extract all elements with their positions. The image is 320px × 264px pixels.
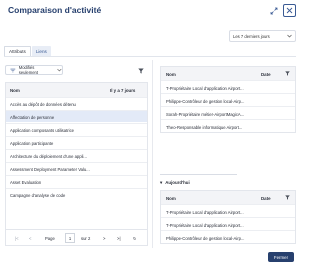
table-row[interactable]: Affectation de personne <box>6 110 147 122</box>
table-row[interactable]: Sorah-Propriétaire métier-AirportMagicA.… <box>161 106 295 119</box>
dialog-title: Comparaison d'activité <box>8 5 102 15</box>
tab-liens[interactable]: Liens <box>31 46 51 56</box>
period-select[interactable]: Les 7 derniers jours <box>229 30 296 42</box>
row-label: T-Propriétaire Local d'application Airpo… <box>166 210 244 215</box>
modified-only-filter[interactable]: Modifiés seulement <box>5 65 63 75</box>
tab-attributs[interactable]: Attributs <box>4 46 31 56</box>
section-today[interactable]: ▾ Aujourd'hui <box>160 180 190 186</box>
row-label: Theo-Responsable informatique Airport... <box>166 125 243 130</box>
pagination: |< < Page 1 sur 2 > >| ↻ <box>5 229 148 246</box>
row-label: Application composants utilisatrice <box>10 128 75 133</box>
page-label: Page <box>45 236 55 241</box>
column-header-date[interactable]: Date <box>261 196 271 201</box>
first-page-icon[interactable]: |< <box>15 236 19 241</box>
table-row[interactable]: T-Propriétaire Local d'application Airpo… <box>161 80 295 93</box>
table-row[interactable]: Campagne d'analyse de code <box>6 188 147 200</box>
table-row[interactable]: Asset Evaluation <box>6 175 147 187</box>
filter-toggle-icon <box>10 68 16 72</box>
close-dialog-button[interactable]: Fermer <box>268 252 294 262</box>
column-header-name[interactable]: Nom <box>166 72 176 77</box>
column-header-date[interactable]: Date <box>261 72 271 77</box>
row-label: Application participante <box>10 141 54 146</box>
period-select-value: Les 7 derniers jours <box>233 33 270 39</box>
filter-icon[interactable] <box>285 71 290 76</box>
column-header-7days[interactable]: Il y a 7 jours <box>110 88 135 93</box>
row-label: Campagne d'analyse de code <box>10 193 66 198</box>
row-label: Assessment Deployment Parameter Valu... <box>10 167 90 172</box>
dialog-header: Comparaison d'activité <box>0 0 300 22</box>
row-label: Architecture du déploiement d'une appli.… <box>10 154 87 159</box>
refresh-icon[interactable]: ↻ <box>133 236 137 241</box>
row-label: Sorah-Propriétaire métier-AirportMagicA.… <box>166 112 245 117</box>
links-table-today: Nom Date T-Propriétaire Local d'applicat… <box>160 190 296 244</box>
table-header: Nom Date <box>161 67 295 80</box>
links-table-previous: Nom Date T-Propriétaire Local d'applicat… <box>160 66 296 133</box>
row-label: T-Propriétaire Local d'application Airpo… <box>166 86 244 91</box>
row-label: Affectation de personne <box>10 115 55 120</box>
section-label: Aujourd'hui <box>165 180 190 185</box>
last-page-icon[interactable]: >| <box>117 236 121 241</box>
table-header: Nom Date <box>161 191 295 204</box>
row-label: Philippe-Contrôleur de gestion local-Air… <box>166 99 245 104</box>
expand-button[interactable] <box>269 6 278 15</box>
column-header-name[interactable]: Nom <box>10 88 20 93</box>
chevron-down-icon: ▾ <box>160 180 163 185</box>
close-icon <box>286 7 293 14</box>
table-row[interactable]: Philippe-Contrôleur de gestion local-Air… <box>161 230 295 243</box>
filter-icon[interactable] <box>138 68 144 74</box>
row-label: Asset Evaluation <box>10 180 42 185</box>
table-row[interactable]: T-Propriétaire Local d'application Airpo… <box>161 217 295 230</box>
attributes-table: Nom Il y a 7 jours Accès au dépôt de don… <box>5 82 148 246</box>
column-header-name[interactable]: Nom <box>166 196 176 201</box>
section-divider <box>160 174 237 175</box>
table-row[interactable]: Application composants utilisatrice <box>6 123 147 135</box>
expand-icon <box>270 7 277 14</box>
page-number-input[interactable]: 1 <box>65 233 75 243</box>
close-button[interactable] <box>283 4 296 17</box>
tab-divider <box>4 56 296 57</box>
row-label: Accès au dépôt de données détenu <box>10 102 76 107</box>
table-header: Nom Il y a 7 jours <box>6 83 147 97</box>
panel-divider <box>152 60 153 248</box>
table-row[interactable]: Philippe-Contrôleur de gestion local-Air… <box>161 93 295 106</box>
table-row[interactable]: Architecture du déploiement d'une appli.… <box>6 149 147 161</box>
next-page-icon[interactable]: > <box>103 236 105 241</box>
tab-bar: Attributs Liens <box>4 46 51 56</box>
chevron-down-icon <box>287 34 292 38</box>
table-row[interactable]: Accès au dépôt de données détenu <box>6 97 147 109</box>
table-row[interactable]: Application participante <box>6 136 147 148</box>
table-row[interactable]: T-Propriétaire Local d'application Airpo… <box>161 204 295 217</box>
filter-icon[interactable] <box>285 195 290 200</box>
table-row[interactable]: Theo-Responsable informatique Airport... <box>161 119 295 132</box>
prev-page-icon[interactable]: < <box>29 236 31 241</box>
page-count-label: sur 2 <box>81 236 91 241</box>
chevron-down-icon <box>57 68 62 72</box>
row-label: T-Propriétaire Local d'application Airpo… <box>166 223 244 228</box>
filter-chip-label: Modifiés seulement <box>18 65 39 75</box>
row-label: Philippe-Contrôleur de gestion local-Air… <box>166 236 245 241</box>
table-row[interactable]: Assessment Deployment Parameter Valu... <box>6 162 147 174</box>
